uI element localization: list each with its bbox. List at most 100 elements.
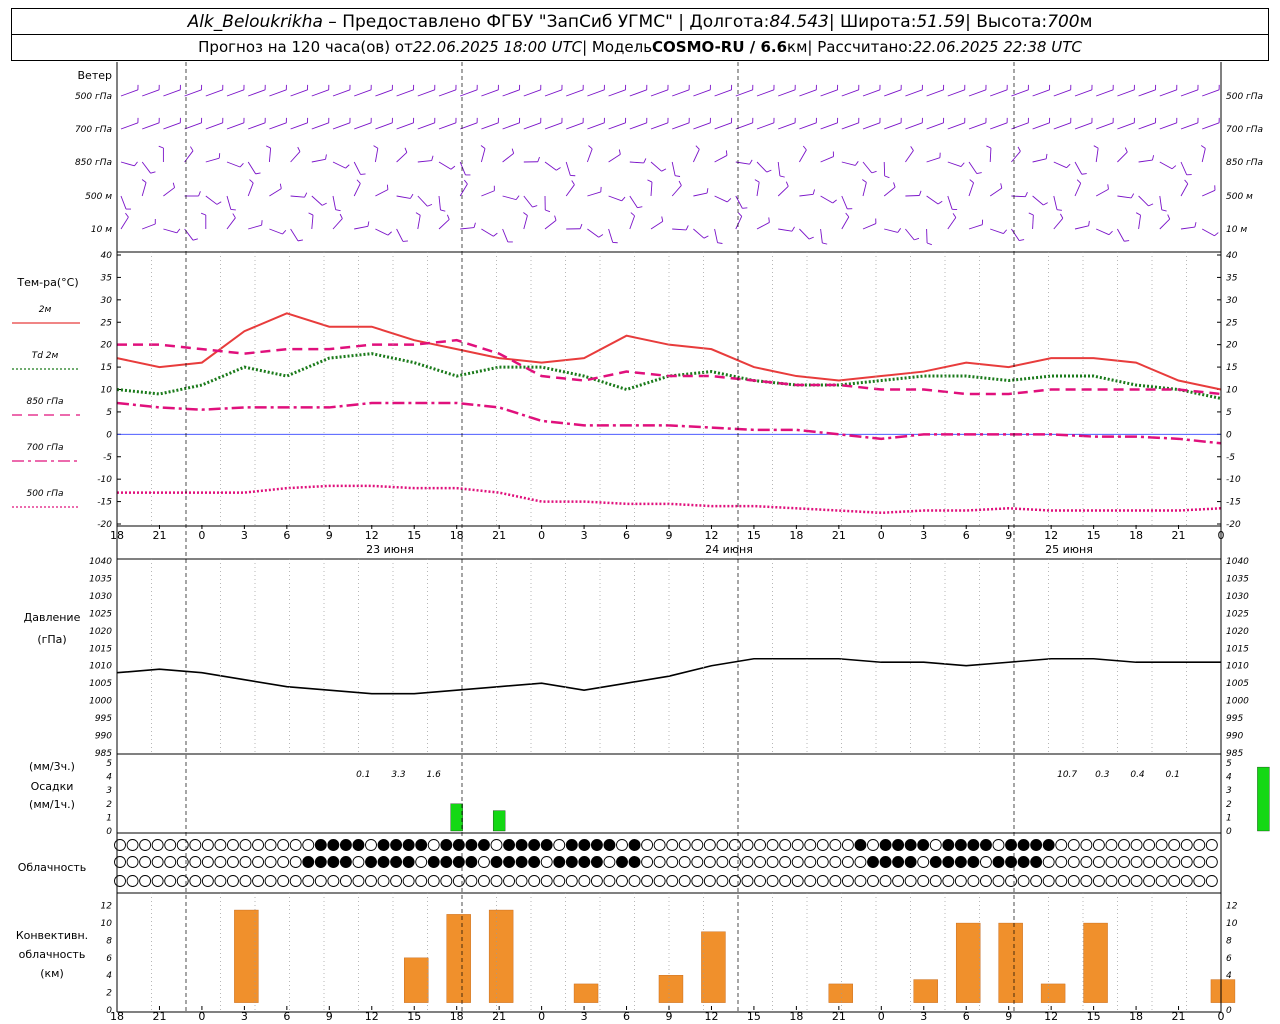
cloud-circle — [804, 839, 817, 851]
pressure-ytick-left: 1035 — [89, 574, 112, 584]
cloud-circle — [553, 856, 566, 868]
cloud-circle — [377, 856, 390, 868]
wind-barb — [1159, 161, 1173, 170]
wind-barb-feather — [1028, 212, 1034, 216]
wind-barb — [905, 228, 915, 241]
conv-bar — [701, 931, 726, 1003]
wind-barb-feather — [1108, 230, 1113, 236]
cloud-circle — [791, 875, 804, 887]
cloud-circle — [415, 875, 428, 887]
cloud-circle — [892, 875, 905, 887]
cloud-circle — [339, 875, 352, 887]
conv-bar — [1083, 922, 1108, 1003]
wind-barb — [142, 223, 156, 230]
time-tick-label: 3 — [241, 529, 248, 542]
wind-barb — [820, 156, 834, 163]
wind-barb-feather — [356, 179, 361, 184]
cloud-circle — [452, 875, 465, 887]
cloud-circle — [917, 839, 930, 851]
time-tick-label: 15 — [1087, 1010, 1101, 1023]
wind-barb-feather — [766, 169, 772, 173]
wind-barb — [417, 160, 432, 163]
precip-total: 10.7 — [1057, 770, 1077, 780]
wind-barb — [481, 89, 499, 97]
cloud-circle — [1168, 875, 1181, 887]
wind-barb-feather — [141, 179, 147, 183]
wind-barb — [756, 89, 775, 97]
wind-barb — [1096, 89, 1114, 97]
wind-barb-feather — [678, 180, 682, 186]
cloud-circle — [327, 839, 340, 851]
wind-barb — [163, 89, 181, 97]
wind-barb — [1053, 195, 1058, 210]
wind-barb-feather — [675, 175, 681, 177]
wind-barb — [629, 215, 636, 230]
time-tick-label: 12 — [365, 1010, 379, 1023]
conv-ytick-right: 0 — [1226, 1006, 1232, 1016]
wind-level-right: 700 гПа — [1226, 125, 1263, 135]
wind-barb — [714, 89, 732, 97]
cloud-circle — [729, 839, 741, 851]
cloud-circle — [1193, 875, 1206, 887]
wind-barb — [905, 89, 923, 97]
cloud-circle — [264, 839, 277, 851]
cloud-circle — [716, 839, 729, 851]
time-tick-label: 6 — [283, 529, 290, 542]
cloud-circle — [603, 875, 616, 887]
cloud-circle — [126, 856, 139, 868]
time-tick-label: 18 — [789, 529, 803, 542]
cloud-circle — [1067, 856, 1080, 868]
wind-barb-feather — [618, 149, 621, 155]
cloud-circle — [164, 856, 177, 868]
wind-barb — [1095, 148, 1099, 163]
wind-barb — [990, 228, 1004, 234]
wind-barb-feather — [387, 231, 392, 236]
wind-barb — [1201, 228, 1215, 237]
conv-ytick-left: 8 — [106, 936, 112, 946]
wind-barb — [396, 122, 414, 130]
wind-barb — [1138, 122, 1156, 130]
wind-barb — [481, 122, 499, 130]
wind-level-left: 10 м — [91, 225, 112, 235]
wind-barb — [459, 161, 466, 176]
wind-barb — [438, 195, 441, 210]
wind-barb — [1117, 122, 1135, 130]
cloud-circle — [766, 856, 779, 868]
wind-level-left: 700 гПа — [75, 125, 112, 135]
cloud-circle — [1105, 856, 1118, 868]
conv-ytick-left: 12 — [101, 902, 113, 912]
wind-barb-feather — [1093, 145, 1099, 149]
wind-barb — [332, 89, 351, 97]
wind-barb — [502, 195, 517, 201]
cloud-circle — [954, 875, 967, 887]
wind-barb-feather — [1017, 146, 1021, 152]
cloud-circle — [841, 839, 854, 851]
wind-barb-feather — [845, 212, 850, 218]
cloud-circle — [691, 839, 704, 851]
wind-barb — [396, 228, 404, 242]
wind-barb-feather — [386, 184, 389, 190]
wind-barb — [672, 228, 687, 231]
cloud-circle — [590, 839, 603, 851]
wind-barb — [438, 219, 450, 230]
wind-barb — [396, 152, 408, 163]
wind-barb — [226, 89, 245, 97]
wind-level-left: 850 гПа — [75, 158, 112, 168]
cloud-circle — [641, 856, 654, 868]
wind-barb — [290, 122, 308, 130]
cloud-circle — [540, 856, 553, 868]
cloud-circle — [189, 856, 202, 868]
day-label: 25 июня — [1045, 543, 1093, 556]
wind-barb — [1202, 89, 1220, 97]
wind-barb — [756, 122, 775, 130]
cloud-circle — [1005, 856, 1017, 868]
wind-barb — [1011, 228, 1020, 241]
wind-barb — [714, 228, 718, 243]
wind-barb-feather — [216, 201, 222, 205]
wind-barb-feather — [325, 154, 327, 160]
wind-barb-feather — [279, 183, 282, 189]
wind-barb — [523, 195, 533, 208]
precip-ytick-left: 3 — [106, 786, 112, 796]
wind-barb — [141, 182, 147, 197]
cloud-circle — [1130, 839, 1143, 851]
